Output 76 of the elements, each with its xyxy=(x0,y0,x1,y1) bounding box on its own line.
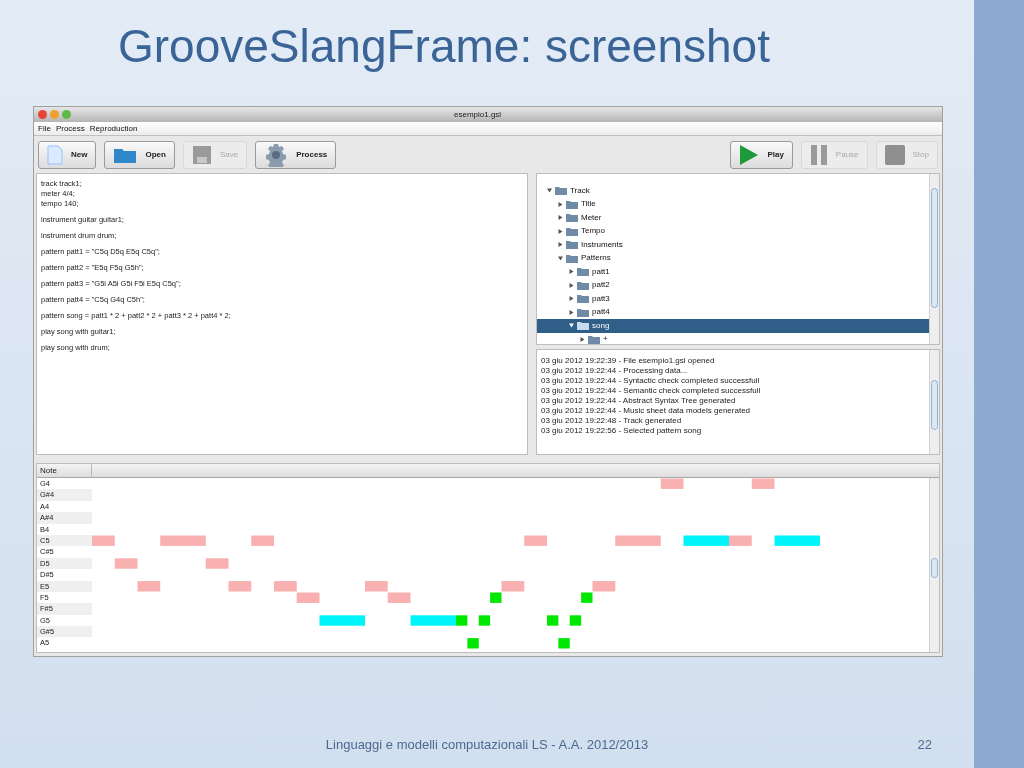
tree-item[interactable]: song xyxy=(537,319,929,333)
folder-icon xyxy=(577,321,589,331)
collapsed-arrow-icon[interactable] xyxy=(569,282,574,288)
collapsed-arrow-icon[interactable] xyxy=(580,336,585,342)
tree-item[interactable]: Instruments xyxy=(537,238,929,252)
stop-icon xyxy=(884,144,905,165)
menu-item[interactable]: Process xyxy=(55,122,85,135)
pause-icon xyxy=(809,143,828,166)
tree-item[interactable]: patt4 xyxy=(537,305,929,319)
collapsed-arrow-icon[interactable] xyxy=(558,242,563,248)
tree-item-label: Instruments xyxy=(581,238,623,251)
column-header[interactable]: Note xyxy=(37,464,92,477)
tree-item[interactable]: patt2 xyxy=(537,278,929,292)
slide-title: GrooveSlangFrame: screenshot xyxy=(118,19,770,74)
tree-item-label: Meter xyxy=(581,211,602,224)
toolbar-button[interactable]: New xyxy=(38,140,97,169)
tree-item-label: Title xyxy=(581,198,596,211)
log-line: 03 giu 2012 19:22:39 - File esempio1.gsl opened xyxy=(541,356,716,366)
toolbar-button[interactable]: Open xyxy=(104,140,175,169)
tree-item[interactable]: Meter xyxy=(537,211,929,225)
page-number: 22 xyxy=(917,735,932,754)
folder-icon xyxy=(566,226,578,236)
collapsed-arrow-icon[interactable] xyxy=(558,228,563,234)
tree-item-label: patt3 xyxy=(592,292,610,305)
tree-item-label: patt1 xyxy=(592,265,610,278)
menu-item[interactable]: Reproduction xyxy=(89,122,138,135)
folder-icon xyxy=(577,307,589,317)
log-line: 03 giu 2012 19:22:56 - Selected pattern song xyxy=(541,426,703,436)
log-line: 03 giu 2012 19:22:44 - Syntactic check completed successfull xyxy=(541,376,761,386)
close-icon[interactable] xyxy=(38,110,47,119)
document-icon xyxy=(47,144,63,165)
tree-item-label: patt4 xyxy=(592,306,610,319)
folder-icon xyxy=(577,267,589,277)
tree-item[interactable]: Title xyxy=(537,197,929,211)
play-icon xyxy=(739,143,760,166)
tree-item[interactable]: patt1 xyxy=(537,265,929,279)
toolbar-button[interactable]: Process xyxy=(255,140,337,169)
collapsed-arrow-icon[interactable] xyxy=(558,201,563,207)
tree-item-label: Patterns xyxy=(581,252,611,265)
log-line: 03 giu 2012 19:22:44 - Processing data... xyxy=(541,366,689,376)
collapsed-arrow-icon[interactable] xyxy=(569,269,574,275)
expanded-arrow-icon[interactable] xyxy=(558,255,563,261)
scrollbar[interactable] xyxy=(929,478,939,652)
expanded-arrow-icon[interactable] xyxy=(547,188,552,194)
log-line: 03 giu 2012 19:22:44 - Music sheet data models generated xyxy=(541,406,752,416)
tree-item[interactable]: Track xyxy=(537,184,929,198)
toolbar-button[interactable]: Play xyxy=(730,140,793,169)
tree-item-label: song xyxy=(592,319,610,332)
tree-item-label: Track xyxy=(570,184,590,197)
tree-item-label: Tempo xyxy=(581,225,605,238)
scrollbar[interactable] xyxy=(929,350,939,454)
log-line: 03 giu 2012 19:22:48 - Track generated xyxy=(541,416,683,426)
folder-icon xyxy=(566,240,578,250)
collapsed-arrow-icon[interactable] xyxy=(569,296,574,302)
menu-item[interactable]: File xyxy=(38,122,51,135)
folder-icon xyxy=(577,280,589,290)
folder-icon xyxy=(566,199,578,209)
gear-icon xyxy=(264,142,289,167)
tree-item[interactable]: patt3 xyxy=(537,292,929,306)
slide-footer: Linguaggi e modelli computazionali LS - A.A. 2012/2013 xyxy=(325,734,649,754)
folder-icon xyxy=(577,294,589,304)
log-line: 03 giu 2012 19:22:44 - Semantic check completed successfull xyxy=(541,386,762,396)
folder-icon xyxy=(566,213,578,223)
tree-item-label: + xyxy=(603,333,608,344)
window-title: esempio1.gsl xyxy=(454,108,502,121)
scrollbar[interactable] xyxy=(929,174,939,344)
expanded-arrow-icon[interactable] xyxy=(569,323,574,329)
collapsed-arrow-icon[interactable] xyxy=(558,215,563,221)
tree-item[interactable]: Tempo xyxy=(537,224,929,238)
log-line: 03 giu 2012 19:22:44 - Abstract Syntax Tree generated xyxy=(541,396,737,406)
tree-item[interactable]: Patterns xyxy=(537,251,929,265)
collapsed-arrow-icon[interactable] xyxy=(569,309,574,315)
tree-item-label: patt2 xyxy=(592,279,610,292)
folder-icon xyxy=(566,253,578,263)
folder-icon xyxy=(555,186,567,196)
tree-item[interactable]: + xyxy=(537,332,929,344)
